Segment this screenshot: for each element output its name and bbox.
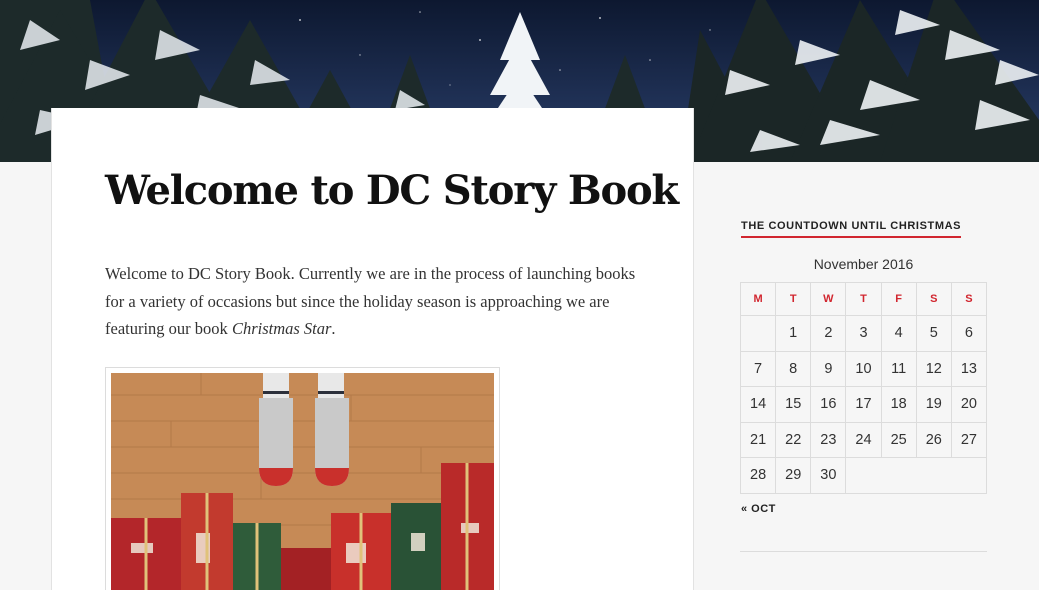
calendar-caption: November 2016 <box>813 256 914 272</box>
calendar-empty-pad <box>845 457 987 494</box>
page-title: Welcome to DC Story Book <box>105 167 679 214</box>
widget-divider <box>740 551 987 552</box>
calendar-day-cell: 5 <box>915 315 952 352</box>
featured-image[interactable] <box>111 373 494 590</box>
calendar-day-cell: 26 <box>915 421 952 458</box>
calendar-day-cell: 8 <box>775 350 812 387</box>
calendar-day-cell: 17 <box>845 386 882 423</box>
calendar-day-cell: 10 <box>845 350 882 387</box>
calendar-day-cell: 20 <box>950 386 988 423</box>
weekday-header: T <box>775 282 812 316</box>
calendar-day-cell: 22 <box>775 421 812 458</box>
calendar-week-row: 21 22 23 24 25 26 27 <box>739 421 988 458</box>
book-title: Christmas Star <box>231 319 332 338</box>
intro-text: Welcome to DC Story Book. Currently we a… <box>105 264 636 338</box>
calendar-day-cell: 15 <box>775 386 812 423</box>
calendar-prev-month-link[interactable]: « OCT <box>741 503 776 515</box>
calendar-day-cell: 19 <box>915 386 952 423</box>
calendar-day-cell: 24 <box>845 421 882 458</box>
weekday-header: W <box>810 282 847 316</box>
calendar-week-row: 7 8 9 10 11 12 13 <box>739 350 988 387</box>
calendar-day-cell: 7 <box>739 350 777 387</box>
calendar-day-cell: 27 <box>950 421 988 458</box>
calendar-day-cell: 21 <box>739 421 777 458</box>
calendar-weekday-row: M T W T F S S <box>739 282 988 316</box>
socks-and-gifts-photo <box>111 373 494 590</box>
weekday-header: S <box>915 282 952 316</box>
intro-paragraph: Welcome to DC Story Book. Currently we a… <box>105 260 650 343</box>
calendar-day-cell: 3 <box>845 315 882 352</box>
calendar-week-row: 1 2 3 4 5 6 <box>739 315 988 352</box>
calendar-day-cell: 18 <box>880 386 917 423</box>
main-content-card: Welcome to DC Story Book Welcome to DC S… <box>51 108 694 590</box>
intro-text-end: . <box>331 319 336 338</box>
weekday-header: M <box>739 282 777 316</box>
weekday-header: S <box>950 282 988 316</box>
featured-image-frame <box>105 367 500 590</box>
calendar-day-cell: 14 <box>739 386 777 423</box>
calendar-table: M T W T F S S 1 2 3 4 5 6 7 8 9 10 11 12… <box>739 282 988 494</box>
weekday-header: T <box>845 282 882 316</box>
calendar-day-cell: 4 <box>880 315 917 352</box>
calendar-week-row: 14 15 16 17 18 19 20 <box>739 386 988 423</box>
calendar-week-row: 28 29 30 <box>739 457 987 494</box>
calendar-day-cell: 28 <box>739 457 777 494</box>
calendar-day-cell: 23 <box>810 421 847 458</box>
calendar-day-cell: 6 <box>950 315 988 352</box>
calendar-day-cell: 12 <box>915 350 952 387</box>
calendar-day-cell <box>739 315 777 352</box>
calendar-day-cell: 2 <box>810 315 847 352</box>
calendar-widget-title: THE COUNTDOWN UNTIL CHRISTMAS <box>741 220 962 238</box>
calendar-day-cell: 25 <box>880 421 917 458</box>
calendar-day-cell: 13 <box>950 350 988 387</box>
calendar-day-cell: 30 <box>810 457 847 494</box>
calendar-day-cell: 1 <box>775 315 812 352</box>
calendar-day-cell: 9 <box>810 350 847 387</box>
weekday-header: F <box>880 282 917 316</box>
calendar-day-cell: 11 <box>880 350 917 387</box>
calendar-day-cell: 16 <box>810 386 847 423</box>
calendar-day-cell: 29 <box>775 457 812 494</box>
sidebar: THE COUNTDOWN UNTIL CHRISTMAS November 2… <box>739 162 988 590</box>
